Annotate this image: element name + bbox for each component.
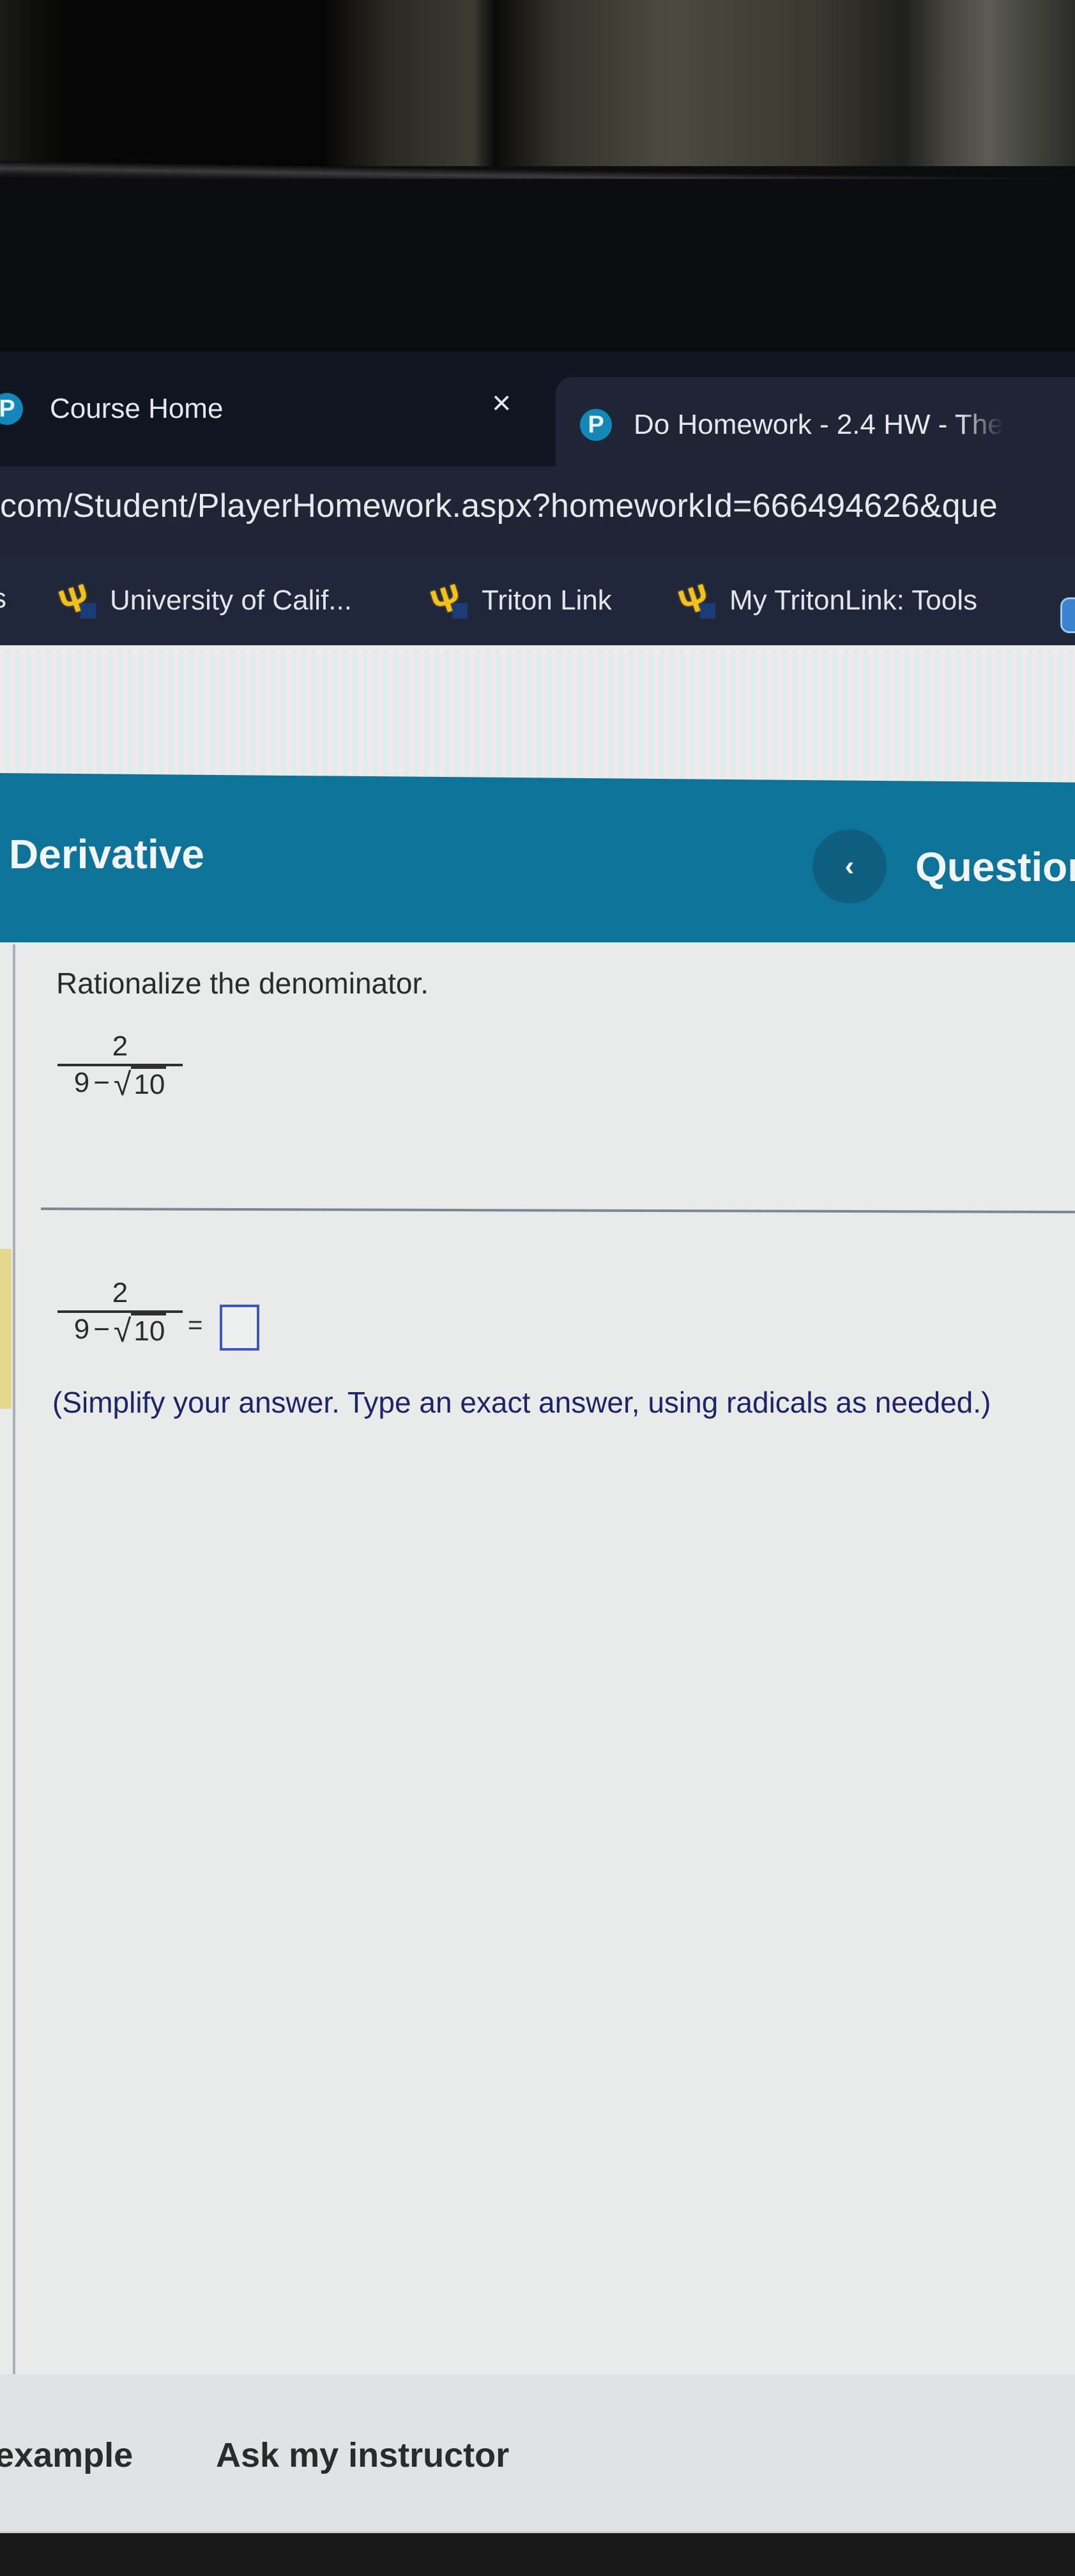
answer-instructions: (Simplify your answer. Type an exact ans… xyxy=(52,1386,991,1419)
square-root: √ 10 xyxy=(113,1066,167,1102)
square-root: √ 10 xyxy=(113,1312,167,1349)
bookmark-truncated[interactable]: s xyxy=(0,583,6,615)
chevron-left-icon: ‹ xyxy=(844,850,855,882)
bookmark-label: My TritonLink: Tools xyxy=(729,585,978,616)
bookmark-triton-link[interactable]: Ψ Triton Link xyxy=(426,576,612,624)
ask-instructor-link[interactable]: Ask my instructor xyxy=(216,2435,509,2475)
radical-sign-icon: √ xyxy=(113,1312,132,1349)
question-expression: 2 9 − √ 10 xyxy=(57,1030,183,1100)
monitor-bezel xyxy=(0,179,1075,351)
tab-title: Do Homework - 2.4 HW - The xyxy=(634,409,1003,440)
tab-title: Course Home xyxy=(50,393,224,424)
fraction-numerator: 2 xyxy=(112,1031,128,1062)
url-text[interactable]: com/Student/PlayerHomework.aspx?homework… xyxy=(0,487,1075,538)
radical-sign-icon: √ xyxy=(113,1066,132,1102)
tab-do-homework[interactable]: P Do Homework - 2.4 HW - The xyxy=(556,377,1075,473)
pearson-icon: P xyxy=(0,393,23,425)
bookmark-app-icon[interactable] xyxy=(1060,597,1075,633)
triton-trident-icon: Ψ xyxy=(426,576,468,623)
background-room xyxy=(0,0,1075,166)
question-navigator-label[interactable]: Question xyxy=(915,843,1075,891)
help-footer xyxy=(0,2374,1075,2534)
bookmark-my-tritonlink-tools[interactable]: Ψ My TritonLink: Tools xyxy=(674,576,978,624)
close-tab-icon[interactable]: × xyxy=(492,387,511,420)
page-top-band xyxy=(0,650,1075,778)
equals-sign: = xyxy=(188,1311,203,1339)
fraction-denominator: 9 − √ 10 xyxy=(73,1312,167,1349)
active-answer-indicator xyxy=(0,1249,11,1409)
bookmark-label: Triton Link xyxy=(482,585,612,616)
assignment-title: Derivative xyxy=(9,831,204,877)
tab-course-home[interactable]: P Course Home xyxy=(0,371,543,447)
answer-expression: 2 9 − √ 10 xyxy=(57,1276,183,1347)
fraction-denominator: 9 − √ 10 xyxy=(73,1066,167,1102)
triton-trident-icon: Ψ xyxy=(674,576,715,623)
content-left-border xyxy=(13,944,15,2375)
answer-input[interactable] xyxy=(220,1305,259,1351)
fraction-numerator: 2 xyxy=(112,1277,128,1308)
question-content xyxy=(0,942,1075,2373)
bookmark-label: University of Calif... xyxy=(110,585,352,616)
pearson-icon: P xyxy=(580,409,612,441)
triton-trident-icon: Ψ xyxy=(54,576,96,623)
bookmark-label: s xyxy=(0,583,6,615)
view-example-link[interactable]: example xyxy=(0,2435,133,2475)
question-prompt: Rationalize the denominator. xyxy=(56,967,429,1000)
monitor-bottom-bezel xyxy=(0,2531,1075,2576)
previous-question-button[interactable]: ‹ xyxy=(812,829,887,903)
bookmark-university-of-california[interactable]: Ψ University of Calif... xyxy=(54,576,352,624)
